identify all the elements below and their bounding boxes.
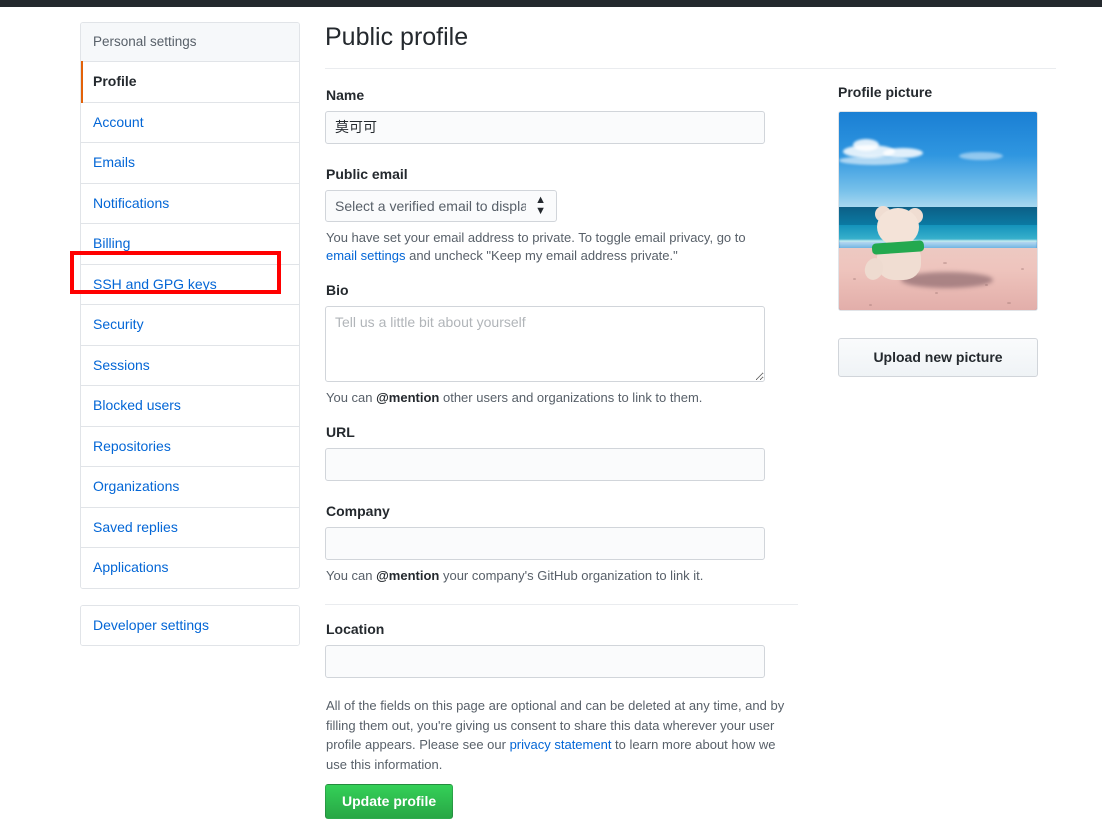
bio-textarea[interactable] <box>325 306 765 383</box>
sidebar-secondary-nav: Developer settings <box>80 604 300 647</box>
public-email-select-wrap: Select a verified email to display ▲ ▼ <box>325 189 557 222</box>
company-input[interactable] <box>325 526 765 560</box>
sidebar-item-organizations[interactable]: Organizations <box>81 467 299 508</box>
company-note-mention: @mention <box>376 567 440 583</box>
public-email-note: You have set your email address to priva… <box>326 229 775 267</box>
sidebar-item-sessions[interactable]: Sessions <box>81 345 299 387</box>
sidebar-item-repositories[interactable]: Repositories <box>81 426 299 468</box>
page-root: Personal settings Profile Account Emails… <box>0 0 1102 826</box>
url-label: URL <box>326 423 355 440</box>
sidebar-item-emails[interactable]: Emails <box>81 143 299 184</box>
company-note: You can @mention your company's GitHub o… <box>326 567 775 586</box>
sidebar-item-account[interactable]: Account <box>81 102 299 144</box>
sidebar-header: Personal settings <box>81 23 299 63</box>
site-header-bar <box>0 0 1102 7</box>
sidebar-item-developer-settings[interactable]: Developer settings <box>81 605 299 646</box>
company-note-part1: You can <box>326 567 377 583</box>
company-label: Company <box>326 502 390 519</box>
sidebar-item-profile[interactable]: Profile <box>81 61 299 103</box>
location-label: Location <box>326 621 385 638</box>
sidebar-primary-nav: Personal settings Profile Account Emails… <box>80 22 300 589</box>
bio-note-mention: @mention <box>376 390 440 406</box>
sidebar-item-applications[interactable]: Applications <box>81 548 299 588</box>
cloud-icon <box>959 151 1003 160</box>
cloud-icon <box>839 155 909 165</box>
update-profile-button[interactable]: Update profile <box>325 784 454 819</box>
bio-note-part2: other users and organizations to link to… <box>439 390 703 406</box>
page-title: Public profile <box>325 23 469 51</box>
location-section-divider <box>325 604 798 606</box>
title-divider <box>325 68 1056 69</box>
public-email-note-part1: You have set your email address to priva… <box>326 229 746 245</box>
settings-sidebar: Personal settings Profile Account Emails… <box>80 22 300 647</box>
bio-note-part1: You can <box>326 390 377 406</box>
sidebar-item-ssh-and-gpg-keys[interactable]: SSH and GPG keys <box>81 264 299 306</box>
sidebar-item-blocked-users[interactable]: Blocked users <box>81 386 299 427</box>
url-input[interactable] <box>325 447 765 481</box>
company-note-part2: your company's GitHub organization to li… <box>439 567 704 583</box>
public-email-label: Public email <box>326 165 408 182</box>
profile-picture-title: Profile picture <box>838 84 933 100</box>
profile-picture-section: Profile picture Upload new picture <box>838 84 1038 377</box>
sidebar-item-notifications[interactable]: Notifications <box>81 183 299 225</box>
upload-new-picture-button[interactable]: Upload new picture <box>838 337 1038 377</box>
public-email-note-part2: and uncheck "Keep my email address priva… <box>405 248 678 264</box>
cloud-icon <box>853 138 879 151</box>
sidebar-item-billing[interactable]: Billing <box>81 224 299 265</box>
email-settings-link[interactable]: email settings <box>326 248 405 263</box>
sidebar-item-security[interactable]: Security <box>81 305 299 346</box>
avatar[interactable] <box>838 110 1038 311</box>
bio-label: Bio <box>326 282 349 299</box>
legal-text: All of the fields on this page are optio… <box>326 696 798 774</box>
location-input[interactable] <box>325 645 765 679</box>
name-label: Name <box>326 87 365 103</box>
name-input[interactable] <box>325 110 765 144</box>
form-column: Name Public email Select a verified emai… <box>325 87 798 819</box>
privacy-statement-link[interactable]: privacy statement <box>510 737 612 752</box>
sidebar-item-saved-replies[interactable]: Saved replies <box>81 507 299 549</box>
public-email-select[interactable]: Select a verified email to display <box>325 189 557 222</box>
bio-note: You can @mention other users and organiz… <box>326 389 775 408</box>
avatar-ocean-far <box>839 206 1037 225</box>
